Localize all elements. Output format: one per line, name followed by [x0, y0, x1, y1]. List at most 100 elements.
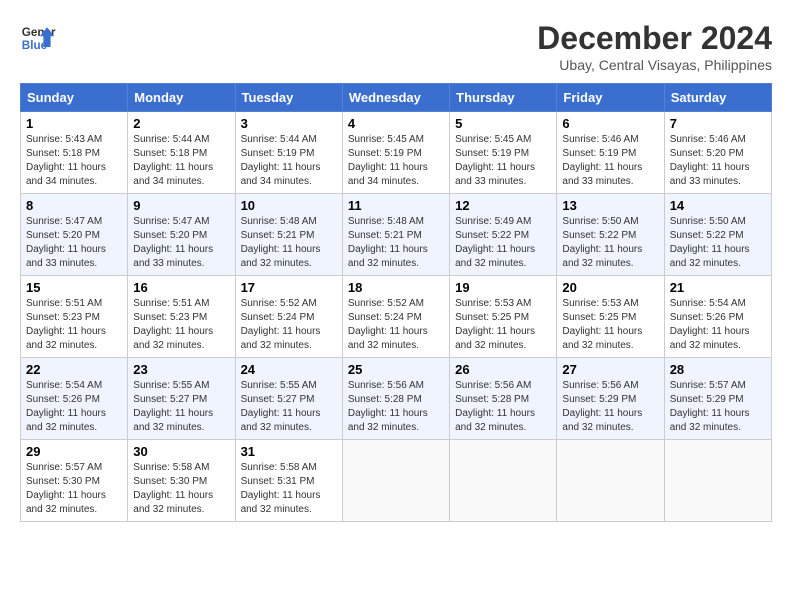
table-cell — [450, 440, 557, 522]
col-thursday: Thursday — [450, 84, 557, 112]
day-number: 15 — [26, 280, 122, 295]
day-number: 30 — [133, 444, 229, 459]
day-info: Sunrise: 5:55 AM Sunset: 5:27 PM Dayligh… — [241, 379, 337, 435]
day-info: Sunrise: 5:57 AM Sunset: 5:30 PM Dayligh… — [26, 461, 122, 517]
day-number: 27 — [562, 362, 658, 377]
day-number: 14 — [670, 198, 766, 213]
table-cell: 16 Sunrise: 5:51 AM Sunset: 5:23 PM Dayli… — [128, 276, 235, 358]
col-tuesday: Tuesday — [235, 84, 342, 112]
table-cell: 29 Sunrise: 5:57 AM Sunset: 5:30 PM Dayli… — [21, 440, 128, 522]
table-cell: 31 Sunrise: 5:58 AM Sunset: 5:31 PM Dayli… — [235, 440, 342, 522]
day-number: 10 — [241, 198, 337, 213]
day-info: Sunrise: 5:50 AM Sunset: 5:22 PM Dayligh… — [670, 215, 766, 271]
day-info: Sunrise: 5:46 AM Sunset: 5:19 PM Dayligh… — [562, 133, 658, 189]
table-row: 15 Sunrise: 5:51 AM Sunset: 5:23 PM Dayli… — [21, 276, 772, 358]
table-row: 22 Sunrise: 5:54 AM Sunset: 5:26 PM Dayli… — [21, 358, 772, 440]
table-cell: 12 Sunrise: 5:49 AM Sunset: 5:22 PM Dayli… — [450, 194, 557, 276]
table-row: 29 Sunrise: 5:57 AM Sunset: 5:30 PM Dayli… — [21, 440, 772, 522]
table-cell: 10 Sunrise: 5:48 AM Sunset: 5:21 PM Dayli… — [235, 194, 342, 276]
table-cell: 25Sunrise: 5:56 AM Sunset: 5:28 PM Dayli… — [342, 358, 449, 440]
day-number: 19 — [455, 280, 551, 295]
day-number: 2 — [133, 116, 229, 131]
day-info: Sunrise: 5:52 AM Sunset: 5:24 PM Dayligh… — [241, 297, 337, 353]
day-info: Sunrise: 5:43 AM Sunset: 5:18 PM Dayligh… — [26, 133, 122, 189]
table-cell: 18Sunrise: 5:52 AM Sunset: 5:24 PM Dayli… — [342, 276, 449, 358]
table-cell: 8Sunrise: 5:47 AM Sunset: 5:20 PM Daylig… — [21, 194, 128, 276]
day-info: Sunrise: 5:58 AM Sunset: 5:30 PM Dayligh… — [133, 461, 229, 517]
table-cell: 4Sunrise: 5:45 AM Sunset: 5:19 PM Daylig… — [342, 112, 449, 194]
table-row: 1 Sunrise: 5:43 AM Sunset: 5:18 PM Daylig… — [21, 112, 772, 194]
day-info: Sunrise: 5:53 AM Sunset: 5:25 PM Dayligh… — [455, 297, 551, 353]
day-info: Sunrise: 5:44 AM Sunset: 5:19 PM Dayligh… — [241, 133, 337, 189]
day-number: 3 — [241, 116, 337, 131]
day-info: Sunrise: 5:58 AM Sunset: 5:31 PM Dayligh… — [241, 461, 337, 517]
col-monday: Monday — [128, 84, 235, 112]
table-cell: 2 Sunrise: 5:44 AM Sunset: 5:18 PM Daylig… — [128, 112, 235, 194]
table-cell: 9Sunrise: 5:47 AM Sunset: 5:20 PM Daylig… — [128, 194, 235, 276]
logo-icon: General Blue — [20, 20, 56, 56]
table-cell: 1 Sunrise: 5:43 AM Sunset: 5:18 PM Daylig… — [21, 112, 128, 194]
table-cell: 7 Sunrise: 5:46 AM Sunset: 5:20 PM Daylig… — [664, 112, 771, 194]
day-number: 5 — [455, 116, 551, 131]
day-info: Sunrise: 5:54 AM Sunset: 5:26 PM Dayligh… — [26, 379, 122, 435]
day-number: 13 — [562, 198, 658, 213]
day-number: 26 — [455, 362, 551, 377]
day-info: Sunrise: 5:49 AM Sunset: 5:22 PM Dayligh… — [455, 215, 551, 271]
logo: General Blue — [20, 20, 60, 56]
day-number: 24 — [241, 362, 337, 377]
table-cell: 22 Sunrise: 5:54 AM Sunset: 5:26 PM Dayli… — [21, 358, 128, 440]
day-info: Sunrise: 5:44 AM Sunset: 5:18 PM Dayligh… — [133, 133, 229, 189]
header-row: Sunday Monday Tuesday Wednesday Thursday… — [21, 84, 772, 112]
day-number: 11 — [348, 198, 444, 213]
day-number: 22 — [26, 362, 122, 377]
table-cell — [664, 440, 771, 522]
table-cell: 26 Sunrise: 5:56 AM Sunset: 5:28 PM Dayli… — [450, 358, 557, 440]
col-sunday: Sunday — [21, 84, 128, 112]
day-number: 31 — [241, 444, 337, 459]
day-number: 23 — [133, 362, 229, 377]
table-cell — [557, 440, 664, 522]
table-cell — [342, 440, 449, 522]
table-cell: 3 Sunrise: 5:44 AM Sunset: 5:19 PM Daylig… — [235, 112, 342, 194]
table-cell: 21Sunrise: 5:54 AM Sunset: 5:26 PM Dayli… — [664, 276, 771, 358]
day-info: Sunrise: 5:51 AM Sunset: 5:23 PM Dayligh… — [133, 297, 229, 353]
day-info: Sunrise: 5:57 AM Sunset: 5:29 PM Dayligh… — [670, 379, 766, 435]
table-cell: 15Sunrise: 5:51 AM Sunset: 5:23 PM Dayli… — [21, 276, 128, 358]
day-number: 29 — [26, 444, 122, 459]
day-number: 1 — [26, 116, 122, 131]
table-cell: 11 Sunrise: 5:48 AM Sunset: 5:21 PM Dayli… — [342, 194, 449, 276]
day-number: 20 — [562, 280, 658, 295]
col-friday: Friday — [557, 84, 664, 112]
day-info: Sunrise: 5:47 AM Sunset: 5:20 PM Dayligh… — [133, 215, 229, 271]
table-cell: 6 Sunrise: 5:46 AM Sunset: 5:19 PM Daylig… — [557, 112, 664, 194]
day-info: Sunrise: 5:55 AM Sunset: 5:27 PM Dayligh… — [133, 379, 229, 435]
day-number: 16 — [133, 280, 229, 295]
table-cell: 14 Sunrise: 5:50 AM Sunset: 5:22 PM Dayli… — [664, 194, 771, 276]
day-number: 12 — [455, 198, 551, 213]
table-cell: 5Sunrise: 5:45 AM Sunset: 5:19 PM Daylig… — [450, 112, 557, 194]
calendar-table: Sunday Monday Tuesday Wednesday Thursday… — [20, 83, 772, 522]
day-info: Sunrise: 5:50 AM Sunset: 5:22 PM Dayligh… — [562, 215, 658, 271]
table-cell: 24 Sunrise: 5:55 AM Sunset: 5:27 PM Dayli… — [235, 358, 342, 440]
day-info: Sunrise: 5:46 AM Sunset: 5:20 PM Dayligh… — [670, 133, 766, 189]
col-wednesday: Wednesday — [342, 84, 449, 112]
table-row: 8 Sunrise: 5:47 AM Sunset: 5:20 PM Daylig… — [21, 194, 772, 276]
table-cell: 30 Sunrise: 5:58 AM Sunset: 5:30 PM Dayli… — [128, 440, 235, 522]
month-title: December 2024 — [537, 20, 772, 57]
table-cell: 17Sunrise: 5:52 AM Sunset: 5:24 PM Dayli… — [235, 276, 342, 358]
table-cell: 20Sunrise: 5:53 AM Sunset: 5:25 PM Dayli… — [557, 276, 664, 358]
day-number: 8 — [26, 198, 122, 213]
day-info: Sunrise: 5:48 AM Sunset: 5:21 PM Dayligh… — [348, 215, 444, 271]
table-cell: 28Sunrise: 5:57 AM Sunset: 5:29 PM Dayli… — [664, 358, 771, 440]
day-info: Sunrise: 5:56 AM Sunset: 5:28 PM Dayligh… — [455, 379, 551, 435]
location-subtitle: Ubay, Central Visayas, Philippines — [537, 57, 772, 73]
day-number: 18 — [348, 280, 444, 295]
day-info: Sunrise: 5:56 AM Sunset: 5:29 PM Dayligh… — [562, 379, 658, 435]
day-number: 6 — [562, 116, 658, 131]
header: General Blue December 2024 Ubay, Central… — [20, 20, 772, 73]
table-cell: 19 Sunrise: 5:53 AM Sunset: 5:25 PM Dayli… — [450, 276, 557, 358]
title-area: December 2024 Ubay, Central Visayas, Phi… — [537, 20, 772, 73]
table-cell: 23 Sunrise: 5:55 AM Sunset: 5:27 PM Dayli… — [128, 358, 235, 440]
day-info: Sunrise: 5:48 AM Sunset: 5:21 PM Dayligh… — [241, 215, 337, 271]
day-number: 7 — [670, 116, 766, 131]
